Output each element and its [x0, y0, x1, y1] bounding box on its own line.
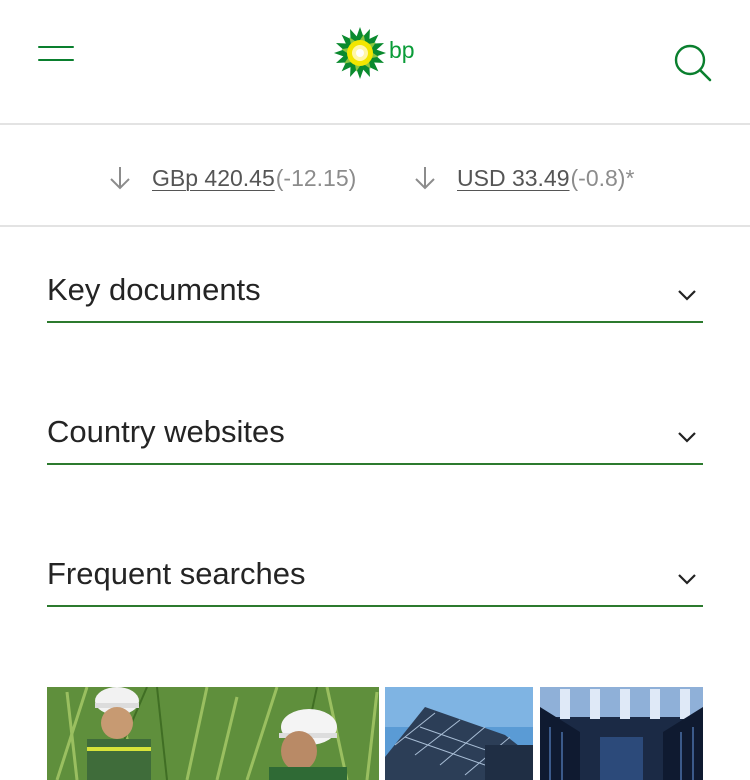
chevron-down-icon — [678, 290, 696, 301]
share-price-ticker: GBp 420.45 (-12.15) USD 33.49 (-0.8)* — [0, 127, 750, 227]
workers-photo[interactable] — [47, 687, 379, 780]
ticker-item: GBp 420.45 (-12.15) — [108, 161, 356, 195]
search-button[interactable] — [672, 42, 714, 84]
accordion-title: Frequent searches — [47, 556, 306, 591]
bp-logo[interactable]: bp — [333, 26, 423, 80]
ticker-item: USD 33.49 (-0.8)* — [413, 161, 634, 195]
logo-wordmark: bp — [389, 37, 415, 63]
price-change: (-0.8)* — [570, 164, 635, 191]
menu-line — [38, 46, 74, 48]
arrow-down-icon — [415, 167, 435, 190]
accordion-title: Country websites — [47, 414, 285, 449]
accordion-country-websites[interactable]: Country websites — [47, 415, 703, 465]
price-change: (-12.15) — [275, 164, 357, 191]
solar-panels-photo[interactable] — [385, 687, 533, 780]
site-header: bp — [0, 0, 750, 125]
helios-icon — [334, 27, 386, 79]
arrow-down-icon — [110, 167, 130, 190]
share-price-link[interactable]: GBp 420.45 — [152, 165, 275, 192]
data-center-photo[interactable] — [540, 687, 703, 780]
chevron-down-icon — [678, 432, 696, 443]
menu-button[interactable] — [38, 40, 76, 68]
accordion-title: Key documents — [47, 272, 261, 307]
menu-line — [38, 59, 74, 61]
share-price-link[interactable]: USD 33.49 — [457, 165, 570, 192]
chevron-down-icon — [678, 574, 696, 585]
accordion-key-documents[interactable]: Key documents — [47, 273, 703, 323]
search-icon — [674, 44, 712, 82]
image-strip — [47, 687, 703, 780]
accordion-frequent-searches[interactable]: Frequent searches — [47, 557, 703, 607]
